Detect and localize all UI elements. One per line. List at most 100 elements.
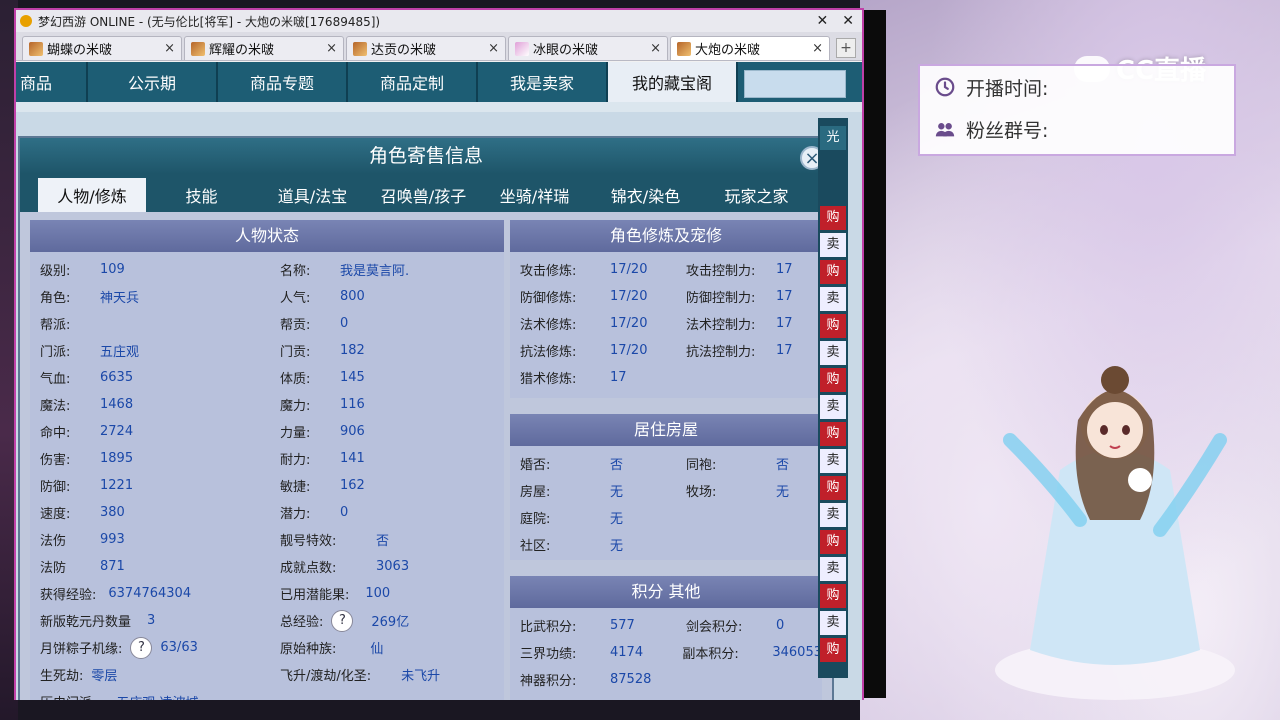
info-value: 无 xyxy=(610,512,624,527)
tab-close-icon[interactable]: × xyxy=(488,41,499,56)
edge-action-button[interactable]: 购 xyxy=(820,476,846,500)
tab-strip: 蝴蝶の米啵 × 辉耀の米啵 × 达贡の米啵 × 冰眼の米啵 × 大炮の米啵 × … xyxy=(16,32,862,61)
edge-action-button[interactable]: 购 xyxy=(820,260,846,284)
stat-value: 五庄观 xyxy=(100,345,140,360)
stat-value: 1221 xyxy=(100,478,134,493)
stat-row: 魔法: 1468 魔力: 116 xyxy=(30,391,504,418)
info-value: 346053 xyxy=(772,645,822,660)
zongzi-value: 63/63 xyxy=(160,640,198,655)
edge-action-button[interactable]: 购 xyxy=(820,206,846,230)
stat-label: 魔法: xyxy=(40,399,71,414)
status-extra: 获得经验: 6374764304 已用潜能果: 100 新版乾元丹数量 3 总经… xyxy=(30,580,504,700)
info-cell: 社区: 无 xyxy=(510,535,686,554)
stat-row: 防御: 1221 敏捷: 162 xyxy=(30,472,504,499)
stat-label: 魔力: xyxy=(280,399,311,414)
house-title: 居住房屋 xyxy=(510,414,822,446)
stat-label: 成就点数: xyxy=(280,561,337,576)
stat-row: 气血: 6635 体质: 145 xyxy=(30,364,504,391)
stat-cell: 级别: 109 xyxy=(30,260,280,279)
points-grid: 比武积分: 577 剑会积分: 0 三界功绩: 4174 副本积分: 346053 神器积分: 8… xyxy=(510,608,822,693)
tab-pets[interactable]: 召唤兽/孩子 xyxy=(368,178,479,212)
info-label: 庭院: xyxy=(520,512,551,527)
stat-value: 神天兵 xyxy=(100,291,140,306)
stat-label: 法伤 xyxy=(40,534,67,549)
new-tab-button[interactable]: + xyxy=(836,38,856,58)
status-title: 人物状态 xyxy=(30,220,504,252)
info-label: 同袍: xyxy=(686,458,717,473)
stat-cell: 飞升/渡劫/化圣: 未飞升 xyxy=(280,665,440,684)
stat-cell: 速度: 380 xyxy=(30,503,280,522)
info-cell: 攻击控制力: 17 xyxy=(686,260,793,279)
help-icon[interactable]: ? xyxy=(331,609,354,632)
info-row: 三界功绩: 4174 副本积分: 346053 xyxy=(510,639,822,666)
minimize-icon[interactable]: ✕ xyxy=(817,13,829,29)
status-panel: 人物状态 级别: 109 名称: 我是莫言阿. 角色: 神天兵 人气: 800 帮派: 帮贡: 0 门… xyxy=(30,220,504,700)
info-value: 577 xyxy=(610,618,635,633)
start-time-label: 开播时间: xyxy=(966,77,1049,100)
edge-action-button[interactable]: 购 xyxy=(820,584,846,608)
stat-label: 潜力: xyxy=(280,507,311,522)
stat-row: 伤害: 1895 耐力: 141 xyxy=(30,445,504,472)
stat-row: 门派: 五庄观 门贡: 182 xyxy=(30,337,504,364)
info-label: 婚否: xyxy=(520,458,551,473)
stat-label: 名称: xyxy=(280,264,311,279)
tab-close-icon[interactable]: × xyxy=(650,41,661,56)
nav-item-seller[interactable]: 我是卖家 xyxy=(478,62,608,102)
tab-skills[interactable]: 技能 xyxy=(146,178,257,212)
tab-bingyan[interactable]: 冰眼の米啵 × xyxy=(508,36,668,60)
character-favicon-icon xyxy=(191,41,205,56)
info-row: 庭院: 无 xyxy=(510,504,822,531)
tab-costumes[interactable]: 锦衣/染色 xyxy=(590,178,701,212)
nav-item-topics[interactable]: 商品专题 xyxy=(218,62,348,102)
points-panel: 积分 其他 比武积分: 577 剑会积分: 0 三界功绩: 4174 副本积分: 346053… xyxy=(510,576,822,700)
tab-close-icon[interactable]: × xyxy=(326,41,337,56)
nav-item-treasure[interactable]: 我的藏宝阁 xyxy=(608,62,738,102)
tab-close-icon[interactable]: × xyxy=(164,41,175,56)
tab-butterfly[interactable]: 蝴蝶の米啵 × xyxy=(22,36,182,60)
stat-cell: 潜力: 0 xyxy=(280,503,348,522)
tab-character[interactable]: 人物/修炼 xyxy=(38,178,146,212)
tab-close-icon[interactable]: × xyxy=(812,41,823,56)
stat-row: 命中: 2724 力量: 906 xyxy=(30,418,504,445)
info-label: 牧场: xyxy=(686,485,717,500)
tab-items[interactable]: 道具/法宝 xyxy=(257,178,368,212)
tab-huiyao[interactable]: 辉耀の米啵 × xyxy=(184,36,344,60)
edge-action-button[interactable]: 购 xyxy=(820,422,846,446)
stat-cell: 命中: 2724 xyxy=(30,422,280,441)
edge-action-button[interactable]: 购 xyxy=(820,530,846,554)
info-cell: 剑会积分: 0 xyxy=(686,616,784,635)
info-value: 17/20 xyxy=(610,343,648,358)
info-cell: 抗法修炼: 17/20 xyxy=(510,341,686,360)
tab-home[interactable]: 玩家之家 xyxy=(701,178,812,212)
edge-action-button[interactable]: 卖 xyxy=(820,341,846,365)
edge-action-button[interactable]: 卖 xyxy=(820,503,846,527)
stat-cell: 帮派: xyxy=(30,314,280,333)
stat-cell: 靓号特效: 否 xyxy=(280,530,389,549)
edge-action-button[interactable]: 卖 xyxy=(820,449,846,473)
edge-action-button[interactable]: 卖 xyxy=(820,611,846,635)
edge-action-button[interactable]: 卖 xyxy=(820,557,846,581)
edge-action-button[interactable]: 购 xyxy=(820,638,846,662)
search-input[interactable] xyxy=(744,70,846,98)
help-icon[interactable]: ? xyxy=(130,636,153,659)
tab-dapao[interactable]: 大炮の米啵 × xyxy=(670,36,830,60)
edge-action-button[interactable]: 卖 xyxy=(820,233,846,257)
edge-action-button[interactable]: 卖 xyxy=(820,287,846,311)
edge-action-button[interactable]: 购 xyxy=(820,368,846,392)
edge-action-button[interactable]: 购 xyxy=(820,314,846,338)
info-label: 猎术修炼: xyxy=(520,372,577,387)
nav-item-public[interactable]: 公示期 xyxy=(88,62,218,102)
close-window-icon[interactable]: ✕ xyxy=(842,13,854,29)
info-cell: 法术修炼: 17/20 xyxy=(510,314,686,333)
info-cell: 牧场: 无 xyxy=(686,481,789,500)
total-exp-value: 269亿 xyxy=(371,615,410,630)
nav-item-custom[interactable]: 商品定制 xyxy=(348,62,478,102)
edge-action-button[interactable]: 卖 xyxy=(820,395,846,419)
tab-dagong[interactable]: 达贡の米啵 × xyxy=(346,36,506,60)
stat-row: 新版乾元丹数量 3 总经验: ? 269亿 xyxy=(30,607,504,634)
info-label: 法术修炼: xyxy=(520,318,577,333)
info-value: 否 xyxy=(776,458,790,473)
stat-label: 防御: xyxy=(40,480,71,495)
nav-item-goods[interactable]: 商品 xyxy=(16,62,88,102)
tab-mounts[interactable]: 坐骑/祥瑞 xyxy=(479,178,590,212)
